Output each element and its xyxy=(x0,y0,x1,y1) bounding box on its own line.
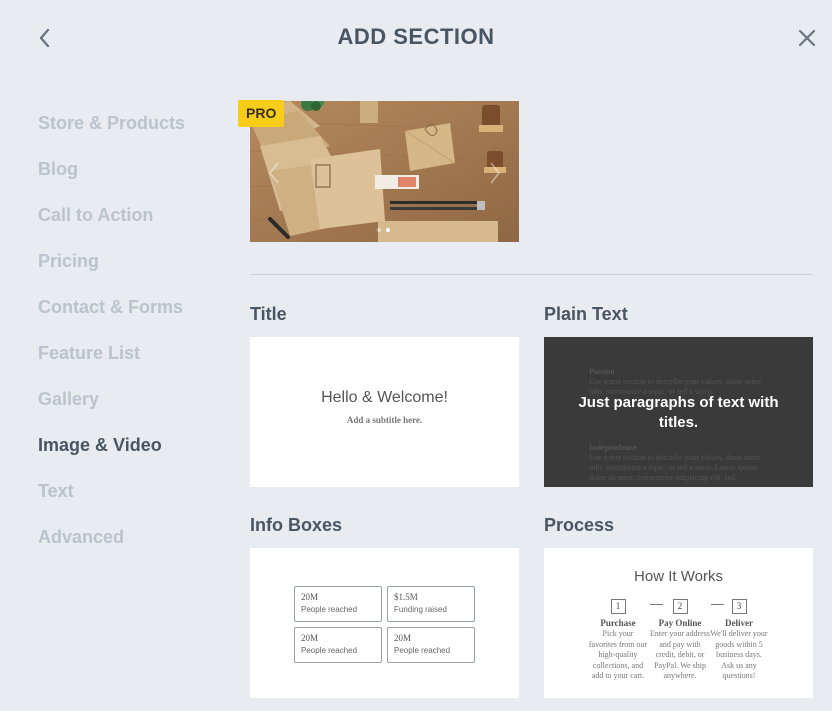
title-section-preview[interactable]: Hello & Welcome! Add a subtitle here. xyxy=(250,337,519,487)
process-section-label: Process xyxy=(544,515,615,535)
info-box: 20M People reached xyxy=(294,586,382,622)
preview-para-2: Independence Use a text section to descr… xyxy=(589,443,769,483)
info-box: 20M People reached xyxy=(387,627,475,663)
process-step-number: 2 xyxy=(672,599,688,614)
process-step-text: Enter your address and pay with credit, … xyxy=(650,629,710,680)
page-title: ADD SECTION xyxy=(337,24,495,49)
sidebar-item-blog[interactable]: Blog xyxy=(38,146,228,192)
sidebar-item-gallery[interactable]: Gallery xyxy=(38,376,228,422)
plain-text-section-option: Plain Text Passion Use a text section to… xyxy=(544,303,813,487)
sidebar-item-image-video[interactable]: Image & Video xyxy=(38,422,228,468)
preview-heading: How It Works xyxy=(634,568,723,585)
sidebar-item-contact-forms[interactable]: Contact & Forms xyxy=(38,284,228,330)
preview-overlay-text: Just paragraphs of text with titles. xyxy=(578,394,779,431)
slide-prev-icon[interactable] xyxy=(268,161,280,185)
sidebar-item-store-products[interactable]: Store & Products xyxy=(38,100,228,146)
sidebar-item-feature-list[interactable]: Feature List xyxy=(38,330,228,376)
process-step-number: 3 xyxy=(731,599,747,614)
process-step: 1 Purchase Pick your favorites from our … xyxy=(588,596,648,682)
process-step-text: We'll deliver your goods within 5 busine… xyxy=(710,629,768,680)
close-button[interactable] xyxy=(792,22,822,54)
process-step-text: Pick your favorites from our high-qualit… xyxy=(588,629,648,680)
info-box: $1.5M Funding raised xyxy=(387,586,475,622)
close-icon xyxy=(798,29,816,47)
stationery-photo xyxy=(250,101,519,242)
process-section-preview[interactable]: How It Works 1 Purchase Pick your favori… xyxy=(544,548,813,698)
info-box-value: 20M xyxy=(301,592,319,602)
process-step-title: Purchase xyxy=(600,618,636,628)
process-step-number: 1 xyxy=(610,599,626,614)
info-box-value: $1.5M xyxy=(394,592,418,602)
slide-dots xyxy=(377,228,390,232)
divider xyxy=(250,274,813,275)
process-section-option: Process How It Works 1 Purchase Pick you… xyxy=(544,514,813,698)
info-boxes-section-preview[interactable]: 20M People reached $1.5M Funding raised … xyxy=(250,548,519,698)
info-box-value: 20M xyxy=(394,633,412,643)
info-box-caption: People reached xyxy=(301,646,358,655)
pro-badge: PRO xyxy=(238,100,285,127)
info-boxes-section-option: Info Boxes 20M People reached $1.5M Fund… xyxy=(250,514,519,698)
info-box-caption: Funding raised xyxy=(394,605,447,614)
sidebar-item-pricing[interactable]: Pricing xyxy=(38,238,228,284)
preview-heading: Hello & Welcome! xyxy=(321,389,448,406)
preview-para-2-title: Independence xyxy=(589,443,637,452)
title-section-option: Title Hello & Welcome! Add a subtitle he… xyxy=(250,303,519,487)
process-step-title: Pay Online xyxy=(658,618,702,628)
slide-next-icon[interactable] xyxy=(489,161,501,185)
sidebar-item-advanced[interactable]: Advanced xyxy=(38,514,228,560)
slide-dot[interactable] xyxy=(377,228,381,232)
plain-text-section-label: Plain Text xyxy=(544,304,628,324)
info-box-caption: People reached xyxy=(301,605,358,614)
sidebar-item-text[interactable]: Text xyxy=(38,468,228,514)
slideshow-section-card[interactable]: PRO xyxy=(238,100,519,242)
title-section-label: Title xyxy=(250,304,287,324)
info-box: 20M People reached xyxy=(294,627,382,663)
info-box-value: 20M xyxy=(301,633,319,643)
process-step: 2 Pay Online Enter your address and pay … xyxy=(650,596,710,682)
sidebar-item-call-to-action[interactable]: Call to Action xyxy=(38,192,228,238)
preview-subtitle: Add a subtitle here. xyxy=(346,415,423,425)
slide-dot-active[interactable] xyxy=(386,228,390,232)
process-step: 3 Deliver We'll deliver your goods withi… xyxy=(709,596,769,682)
section-gallery: PRO Title Hello & Welcome! Add a subtitl… xyxy=(238,100,813,698)
preview-para-2-text: Use a text section to describe your valu… xyxy=(589,453,761,482)
plain-text-section-preview[interactable]: Passion Use a text section to describe y… xyxy=(544,337,813,487)
preview-para-1-title: Passion xyxy=(589,367,615,376)
process-step-title: Deliver xyxy=(725,618,753,628)
header: ADD SECTION xyxy=(0,0,832,76)
info-boxes-section-label: Info Boxes xyxy=(250,515,343,535)
category-sidebar: Store & Products Blog Call to Action Pri… xyxy=(38,100,228,560)
info-box-caption: People reached xyxy=(394,646,451,655)
